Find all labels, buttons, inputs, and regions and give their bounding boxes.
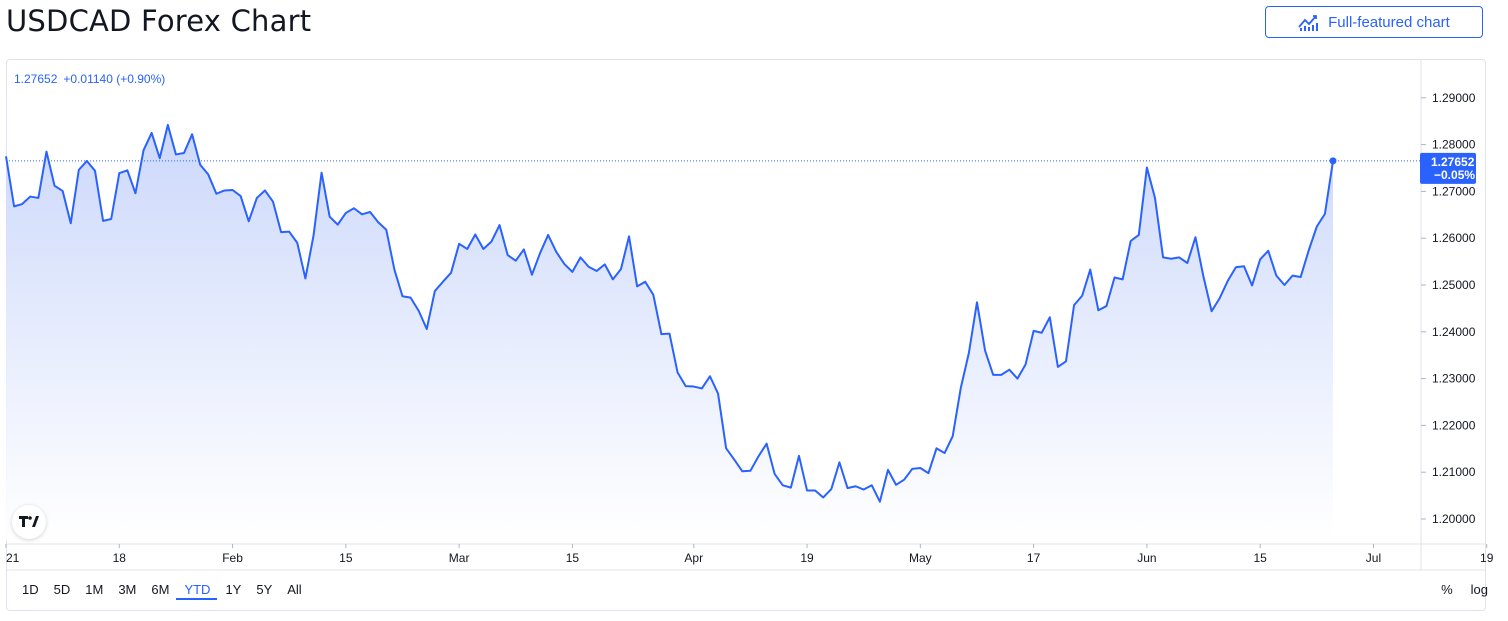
log-scale-toggle[interactable]: log	[1471, 582, 1488, 597]
range-selector: 1D 5D 1M 3M 6M YTD 1Y 5Y All	[14, 580, 309, 600]
x-tick-label: Mar	[449, 551, 470, 565]
percent-scale-toggle[interactable]: %	[1441, 582, 1453, 597]
x-tick-label: May	[909, 551, 932, 565]
y-tick-label: 1.26000	[1432, 231, 1476, 245]
last-price-point	[1329, 157, 1337, 165]
range-button-1y[interactable]: 1Y	[217, 580, 248, 600]
range-button-6m[interactable]: 6M	[143, 580, 176, 600]
x-tick-label: 15	[566, 551, 580, 565]
x-tick-label: 21	[6, 551, 20, 565]
price-chart[interactable]: 1.29000 1.28000 1.27000 1.26000 1.25000 1.240…	[0, 0, 1508, 621]
x-tick-label: 19	[1480, 551, 1494, 565]
price-tag-value: 1.27652	[1431, 155, 1475, 169]
y-tick-label: 1.20000	[1432, 512, 1476, 526]
x-tick-label: Jul	[1366, 551, 1381, 565]
x-tick-label: Apr	[684, 551, 703, 565]
price-tag-change: −0.05%	[1434, 168, 1475, 182]
y-tick-label: 1.21000	[1432, 465, 1476, 479]
y-tick-label: 1.29000	[1432, 91, 1476, 105]
price-legend: 1.27652 +0.01140 (+0.90%)	[14, 72, 165, 86]
range-button-1m[interactable]: 1M	[77, 580, 110, 600]
legend-price: 1.27652	[14, 72, 58, 86]
x-tick-label: 17	[1027, 551, 1041, 565]
range-button-5d[interactable]: 5D	[46, 580, 78, 600]
range-button-3m[interactable]: 3M	[110, 580, 143, 600]
price-area-fill	[6, 124, 1333, 540]
x-tick-label: 15	[1253, 551, 1267, 565]
y-tick-label: 1.27000	[1432, 184, 1476, 198]
legend-change: +0.01140 (+0.90%)	[63, 72, 166, 86]
last-price-tag: 1.27652−0.05%	[1420, 152, 1476, 184]
range-button-5y[interactable]: 5Y	[248, 580, 279, 600]
y-tick-label: 1.24000	[1432, 325, 1476, 339]
range-button-1d[interactable]: 1D	[14, 580, 46, 600]
y-tick-label: 1.28000	[1432, 138, 1476, 152]
y-tick-label: 1.22000	[1432, 418, 1476, 432]
x-tick-label: 19	[800, 551, 814, 565]
y-tick-label: 1.25000	[1432, 278, 1476, 292]
y-tick-label: 1.23000	[1432, 372, 1476, 386]
range-button-ytd[interactable]: YTD	[176, 580, 218, 600]
range-button-all[interactable]: All	[279, 580, 308, 600]
x-tick-label: Jun	[1137, 551, 1156, 565]
tradingview-logo-icon[interactable]	[12, 505, 46, 539]
x-tick-label: 18	[113, 551, 127, 565]
x-tick-label: Feb	[222, 551, 243, 565]
scale-tools: % log	[1441, 582, 1488, 597]
x-tick-label: 15	[339, 551, 353, 565]
